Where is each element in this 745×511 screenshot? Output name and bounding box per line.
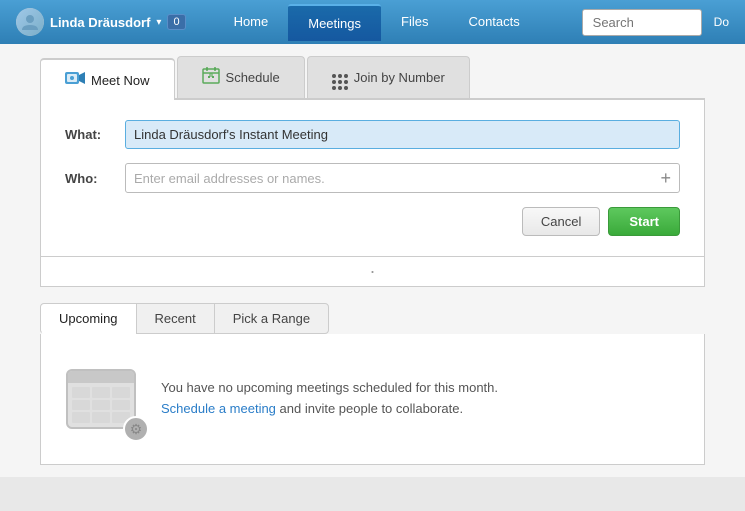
notification-badge: 0 — [167, 14, 185, 30]
tab-schedule[interactable]: Schedule — [177, 56, 305, 98]
cta-suffix: and invite people to collaborate. — [276, 401, 463, 416]
user-dropdown-arrow-icon: ▾ — [156, 17, 161, 28]
nav-home[interactable]: Home — [214, 4, 289, 41]
cal-cell — [92, 387, 110, 398]
who-input-wrapper[interactable]: Enter email addresses or names. + — [125, 163, 680, 193]
top-nav-bar: Linda Dräusdorf ▾ 0 Home Meetings Files … — [0, 0, 745, 44]
tab-meet-now-label: Meet Now — [91, 73, 150, 88]
what-input[interactable] — [125, 120, 680, 149]
tab-join-by-number-label: Join by Number — [354, 70, 445, 85]
keypad-icon — [332, 65, 348, 90]
nav-files[interactable]: Files — [381, 4, 448, 41]
form-actions: Cancel Start — [65, 207, 680, 236]
user-name-label: Linda Dräusdorf — [50, 15, 150, 30]
cal-cell — [72, 387, 90, 398]
separator: · — [40, 257, 705, 287]
tab-schedule-label: Schedule — [226, 70, 280, 85]
schedule-icon — [202, 66, 220, 89]
tab-recent[interactable]: Recent — [136, 303, 215, 334]
schedule-meeting-link[interactable]: Schedule a meeting — [161, 401, 276, 416]
upcoming-tabs-bar: Upcoming Recent Pick a Range — [40, 303, 705, 334]
no-meetings-line2: Schedule a meeting and invite people to … — [161, 399, 498, 420]
cal-cell — [92, 400, 110, 411]
nav-meetings[interactable]: Meetings — [288, 4, 381, 41]
nav-contacts[interactable]: Contacts — [448, 4, 539, 41]
who-add-button[interactable]: + — [660, 169, 671, 187]
who-row: Who: Enter email addresses or names. + — [65, 163, 680, 193]
upcoming-content: ⚙ You have no upcoming meetings schedule… — [40, 334, 705, 465]
meet-now-form: What: Who: Enter email addresses or name… — [40, 100, 705, 257]
search-input[interactable] — [582, 9, 702, 36]
cal-header — [68, 371, 134, 383]
cal-cell — [72, 412, 90, 423]
meetings-list-section: Upcoming Recent Pick a Range — [40, 303, 705, 465]
avatar-image — [16, 8, 44, 36]
no-meetings-message: You have no upcoming meetings scheduled … — [161, 378, 498, 420]
start-button[interactable]: Start — [608, 207, 680, 236]
user-profile[interactable]: Linda Dräusdorf ▾ 0 — [8, 4, 194, 40]
main-content: Meet Now Schedule — [0, 44, 745, 477]
cal-gear-icon: ⚙ — [123, 416, 149, 442]
cal-cell — [112, 387, 130, 398]
tab-upcoming[interactable]: Upcoming — [40, 303, 137, 334]
avatar — [16, 8, 44, 36]
cal-grid — [68, 383, 134, 427]
cancel-button[interactable]: Cancel — [522, 207, 600, 236]
nav-items: Home Meetings Files Contacts — [214, 4, 540, 41]
no-meetings-line1: You have no upcoming meetings scheduled … — [161, 378, 498, 399]
what-row: What: — [65, 120, 680, 149]
calendar-icon-wrapper: ⚙ — [61, 364, 141, 434]
tab-pick-range[interactable]: Pick a Range — [214, 303, 329, 334]
who-label: Who: — [65, 171, 125, 186]
tab-meet-now[interactable]: Meet Now — [40, 58, 175, 100]
meet-now-icon — [65, 70, 85, 91]
tab-join-by-number[interactable]: Join by Number — [307, 56, 470, 98]
meeting-tabs-bar: Meet Now Schedule — [40, 56, 705, 100]
cal-cell — [92, 412, 110, 423]
cal-cell — [112, 400, 130, 411]
do-not-disturb-label: Do — [706, 11, 737, 33]
who-placeholder: Enter email addresses or names. — [134, 171, 660, 186]
cal-cell — [72, 400, 90, 411]
what-label: What: — [65, 127, 125, 142]
